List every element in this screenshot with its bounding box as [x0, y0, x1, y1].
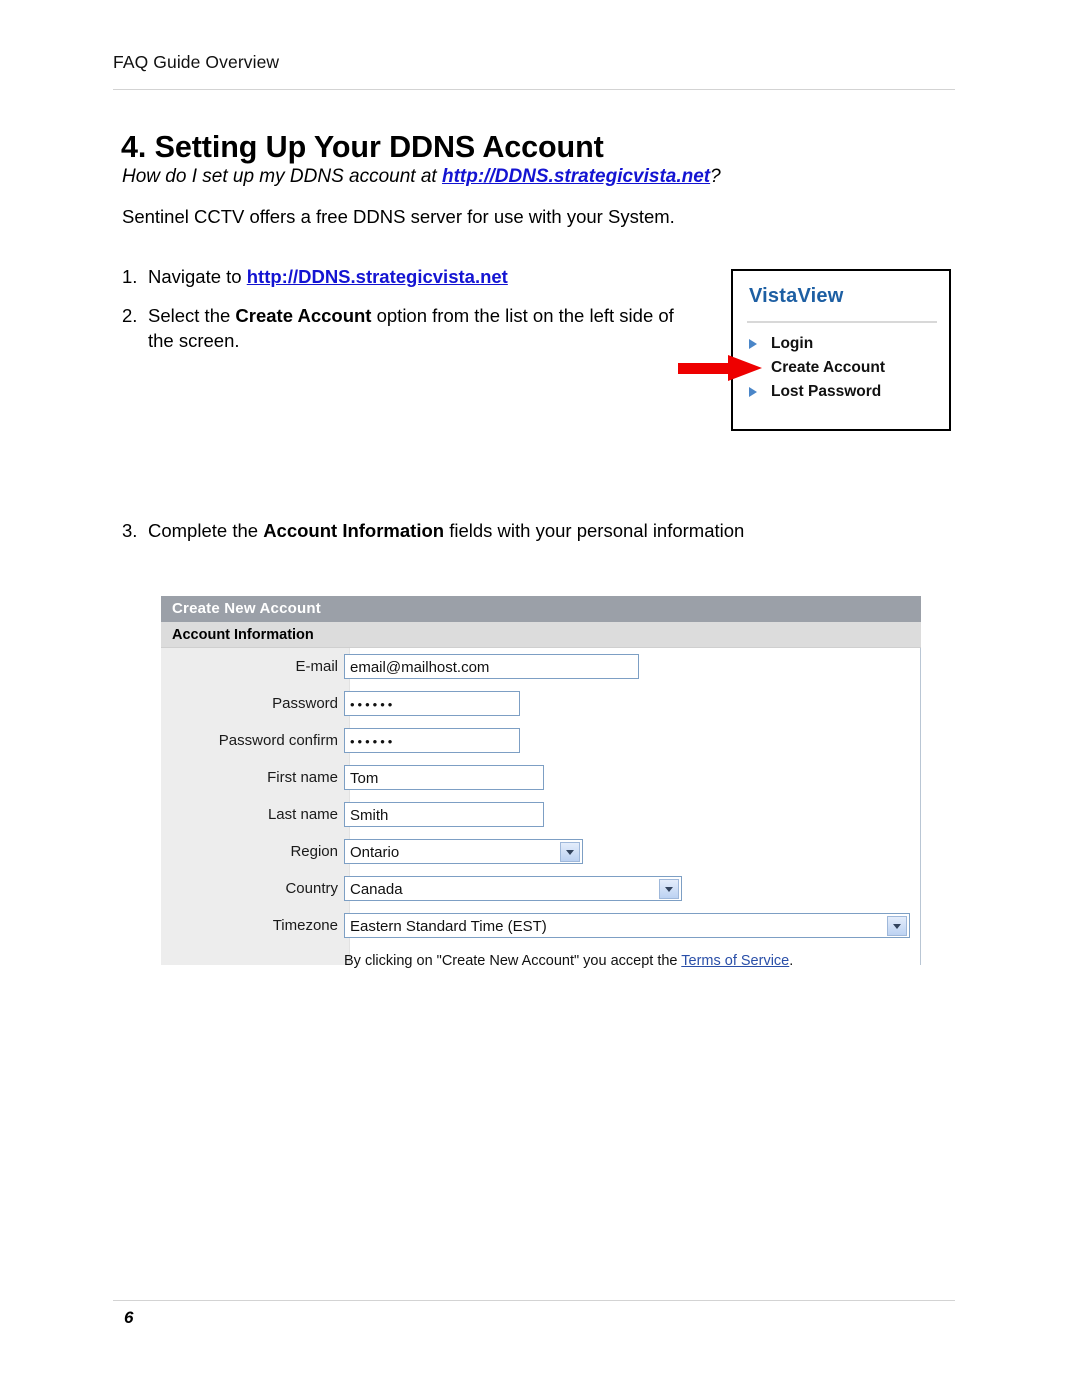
timezone-select-value: Eastern Standard Time (EST) [350, 918, 547, 935]
faq-question-prefix: How do I set up my DDNS account at [122, 166, 442, 187]
label-email: E-mail [295, 658, 338, 675]
page-number: 6 [124, 1308, 134, 1327]
region-select-value: Ontario [350, 844, 400, 861]
last-name-field[interactable]: Smith [344, 802, 544, 827]
vistaview-menu-item-login[interactable]: Login [747, 332, 943, 356]
label-region: Region [290, 843, 338, 860]
step-item-3: 3. Complete the Account Information fiel… [122, 518, 882, 543]
page-title: 4. Setting Up Your DDNS Account [121, 130, 604, 165]
step-number-1: 1. [122, 266, 138, 287]
form-row-region: Region Ontario [161, 833, 920, 870]
terms-of-service-link[interactable]: Terms of Service [681, 953, 789, 969]
step-3-bold: Account Information [263, 520, 445, 541]
step-item-2: 2. Select the Create Account option from… [122, 303, 682, 353]
vistaview-panel: VistaView Login Create Account Lost Pass… [731, 269, 951, 431]
form-row-country: Country Canada [161, 870, 920, 907]
vistaview-menu-label-login: Login [771, 335, 814, 352]
step-3-suffix: fields with your personal information [444, 520, 745, 541]
first-name-field[interactable]: Tom [344, 765, 544, 790]
form-row-email: E-mail email@mailhost.com [161, 648, 920, 685]
step-number-3: 3. [122, 520, 138, 541]
ddns-url-link[interactable]: http://DDNS.strategicvista.net [442, 166, 710, 187]
step-number-2: 2. [122, 305, 138, 326]
step-2-prefix: Select the [148, 305, 236, 326]
vistaview-menu-label-lost-password: Lost Password [771, 383, 882, 400]
form-row-last-name: Last name Smith [161, 796, 920, 833]
step-text-2: Select the Create Account option from th… [148, 303, 682, 353]
label-password-confirm: Password confirm [218, 732, 338, 749]
vistaview-menu: Login Create Account Lost Password [747, 332, 943, 404]
label-last-name: Last name [267, 806, 338, 823]
step-1-prefix: Navigate to [148, 266, 247, 287]
label-password: Password [272, 695, 338, 712]
faq-question: How do I set up my DDNS account at http:… [122, 166, 721, 188]
form-field-rows: E-mail email@mailhost.com Password •••••… [161, 648, 920, 978]
email-field[interactable]: email@mailhost.com [344, 654, 639, 679]
header-divider [113, 89, 955, 90]
chevron-down-icon[interactable] [887, 916, 907, 936]
running-head-text: FAQ Guide Overview [113, 52, 280, 72]
step-3-prefix: Complete the [148, 520, 264, 541]
chevron-down-icon[interactable] [560, 842, 580, 862]
footer-divider [113, 1300, 955, 1301]
label-country: Country [285, 880, 338, 897]
step-text-1: Navigate to http://DDNS.strategicvista.n… [148, 264, 682, 289]
vistaview-menu-label-create-account: Create Account [771, 359, 885, 376]
intro-paragraph: Sentinel CCTV offers a free DDNS server … [122, 206, 675, 227]
terms-suffix: . [789, 953, 794, 969]
terms-notice: By clicking on "Create New Account" you … [344, 953, 793, 969]
vistaview-title: VistaView [749, 285, 844, 307]
form-row-timezone: Timezone Eastern Standard Time (EST) [161, 907, 920, 944]
vistaview-menu-item-create-account[interactable]: Create Account [747, 356, 943, 380]
password-field[interactable]: •••••• [344, 691, 520, 716]
label-first-name: First name [267, 769, 338, 786]
faq-question-suffix: ? [710, 166, 721, 187]
form-titlebar: Create New Account [161, 596, 921, 622]
chevron-down-icon[interactable] [659, 879, 679, 899]
form-row-terms: By clicking on "Create New Account" you … [161, 944, 920, 978]
form-section-header: Account Information [161, 622, 921, 648]
step-item-1: 1. Navigate to http://DDNS.strategicvist… [122, 264, 682, 289]
label-timezone: Timezone [272, 917, 338, 934]
running-head: FAQ Guide Overview [113, 52, 955, 73]
form-row-password: Password •••••• [161, 685, 920, 722]
ddns-url-link-step1[interactable]: http://DDNS.strategicvista.net [247, 266, 508, 287]
vistaview-divider [747, 321, 937, 323]
country-select-value: Canada [350, 881, 403, 898]
form-body: E-mail email@mailhost.com Password •••••… [161, 648, 921, 969]
step-text-3: Complete the Account Information fields … [148, 518, 882, 543]
triangle-bullet-icon [749, 339, 757, 349]
country-select[interactable]: Canada [344, 876, 682, 901]
terms-prefix: By clicking on "Create New Account" you … [344, 953, 682, 969]
triangle-bullet-icon [749, 387, 757, 397]
vistaview-menu-item-lost-password[interactable]: Lost Password [747, 380, 943, 404]
region-select[interactable]: Ontario [344, 839, 583, 864]
timezone-select[interactable]: Eastern Standard Time (EST) [344, 913, 910, 938]
step-2-bold: Create Account [235, 305, 372, 326]
form-row-first-name: First name Tom [161, 759, 920, 796]
form-row-password-confirm: Password confirm •••••• [161, 722, 920, 759]
password-confirm-field[interactable]: •••••• [344, 728, 520, 753]
create-account-form-screenshot: Create New Account Account Information E… [161, 596, 921, 969]
